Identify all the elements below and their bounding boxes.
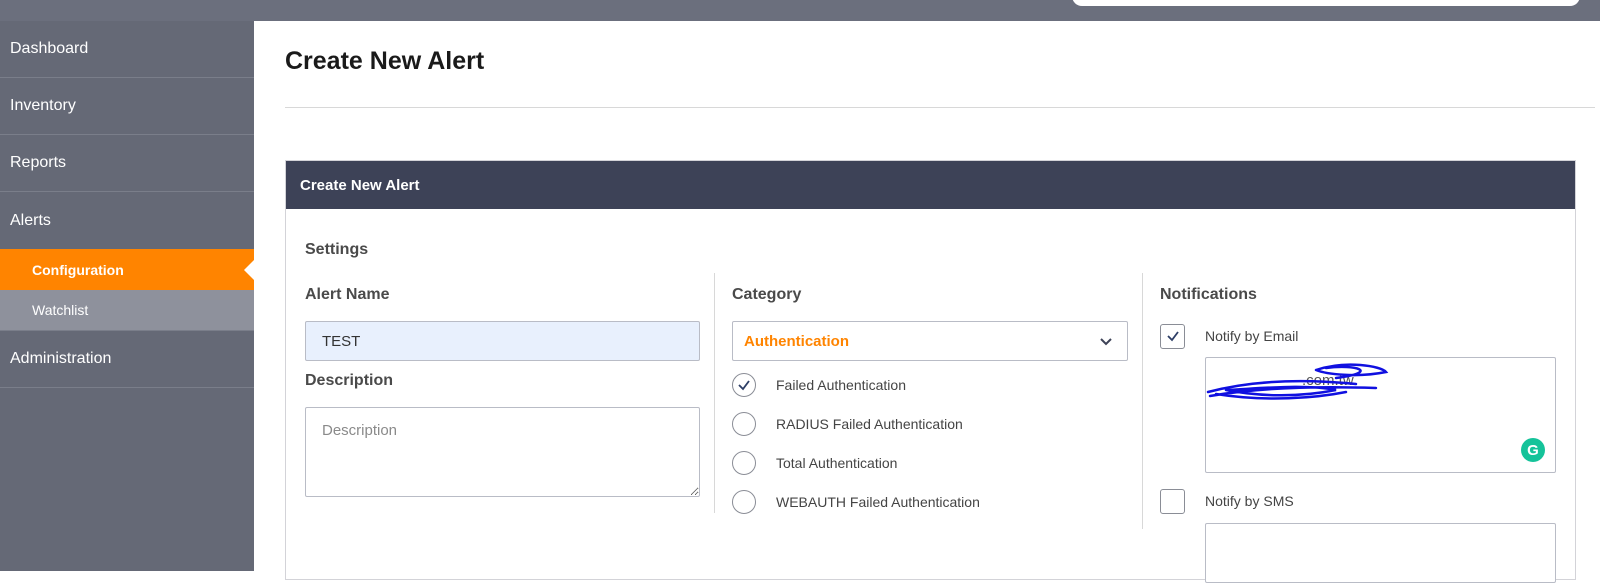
column-divider [1142, 273, 1143, 529]
radio-empty-icon [732, 451, 756, 475]
page-title: Create New Alert [285, 47, 485, 75]
sms-recipients-field[interactable] [1205, 523, 1556, 583]
sidebar: Dashboard Inventory Reports Alerts Confi… [0, 21, 254, 571]
checkbox-empty-icon[interactable] [1160, 488, 1185, 514]
radio-empty-icon [732, 490, 756, 514]
radio-empty-icon [732, 412, 756, 436]
settings-section-title: Settings [305, 241, 369, 258]
main-content: Create New Alert Create New Alert Settin… [254, 21, 1600, 583]
sidebar-item-reports[interactable]: Reports [0, 135, 254, 192]
sidebar-subitem-watchlist[interactable]: Watchlist [0, 290, 254, 331]
category-option-label: Total Authentication [776, 455, 898, 471]
sidebar-item-administration[interactable]: Administration [0, 331, 254, 388]
category-option-webauth-failed-auth[interactable]: WEBAUTH Failed Authentication [732, 488, 980, 516]
check-icon[interactable] [1160, 323, 1185, 349]
notify-email-label: Notify by Email [1205, 328, 1299, 344]
category-option-label: RADIUS Failed Authentication [776, 416, 963, 432]
sidebar-item-inventory[interactable]: Inventory [0, 78, 254, 135]
sidebar-subitem-label: Configuration [32, 261, 124, 278]
category-option-failed-auth[interactable]: Failed Authentication [732, 371, 906, 399]
category-label: Category [732, 286, 802, 303]
email-recipients-field[interactable]: .com.tw G [1205, 357, 1556, 473]
notify-sms-option[interactable]: Notify by SMS [1160, 487, 1294, 515]
column-divider [714, 273, 715, 513]
category-option-total-auth[interactable]: Total Authentication [732, 449, 897, 477]
sidebar-item-dashboard[interactable]: Dashboard [0, 21, 254, 78]
category-selected-value: Authentication [744, 332, 849, 350]
card-header-title: Create New Alert [300, 176, 420, 194]
alert-name-input[interactable] [305, 321, 700, 361]
sidebar-subitem-configuration[interactable]: Configuration [0, 249, 254, 290]
alert-name-label: Alert Name [305, 286, 390, 303]
notify-sms-label: Notify by SMS [1205, 493, 1294, 509]
sidebar-subitem-label: Watchlist [32, 302, 89, 318]
notifications-label: Notifications [1160, 286, 1257, 303]
grammarly-icon[interactable]: G [1521, 438, 1545, 462]
category-option-label: Failed Authentication [776, 377, 906, 393]
category-option-radius-failed-auth[interactable]: RADIUS Failed Authentication [732, 410, 963, 438]
chevron-down-icon [1100, 338, 1112, 346]
sidebar-item-label: Reports [10, 154, 67, 171]
title-divider [285, 107, 1595, 108]
sidebar-item-label: Inventory [10, 97, 76, 114]
check-icon [732, 373, 756, 397]
notify-email-option[interactable]: Notify by Email [1160, 322, 1298, 350]
top-bar [0, 0, 1600, 21]
search-input[interactable] [1072, 0, 1580, 6]
sidebar-item-label: Dashboard [10, 40, 89, 57]
sidebar-item-label: Administration [10, 350, 112, 367]
create-alert-card: Create New Alert Settings Alert Name Des… [285, 160, 1576, 583]
sidebar-item-alerts[interactable]: Alerts [0, 192, 254, 249]
category-option-label: WEBAUTH Failed Authentication [776, 494, 980, 510]
redaction-scribble-icon [1206, 363, 1389, 400]
category-select[interactable]: Authentication [732, 321, 1128, 361]
description-field[interactable] [305, 407, 700, 497]
description-label: Description [305, 372, 394, 389]
sidebar-item-label: Alerts [10, 211, 51, 229]
card-header: Create New Alert [286, 161, 1575, 209]
